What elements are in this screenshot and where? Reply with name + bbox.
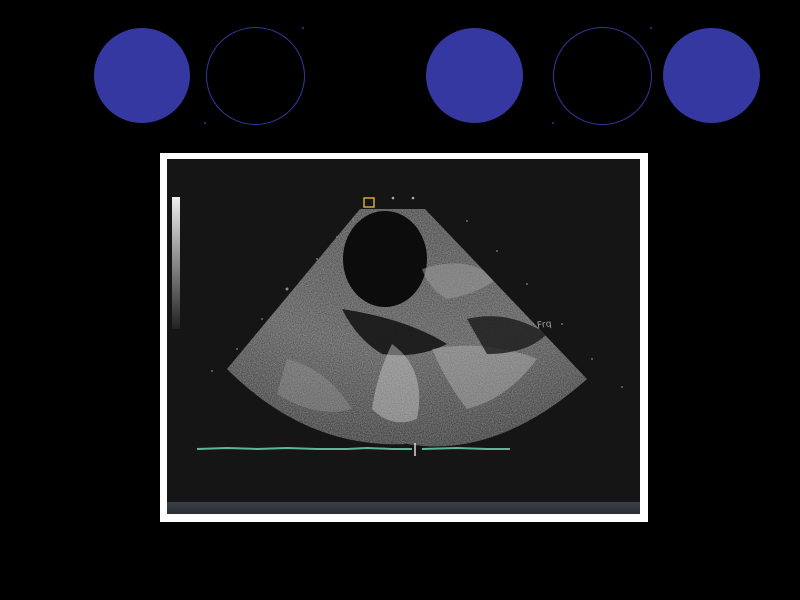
decorative-dot bbox=[204, 122, 206, 124]
echocardiogram-drawing bbox=[172, 196, 623, 456]
decorative-circle-outline-1 bbox=[206, 27, 305, 125]
image-bottom-strip bbox=[167, 502, 640, 514]
scan-sector bbox=[211, 209, 623, 447]
decorative-circle-filled-1 bbox=[94, 28, 190, 123]
ultrasound-image-frame: Frq bbox=[160, 153, 648, 522]
decorative-dot bbox=[552, 122, 554, 124]
decorative-circle-filled-3 bbox=[663, 28, 760, 123]
decorative-dot bbox=[302, 27, 304, 29]
grayscale-bar bbox=[172, 197, 180, 329]
decorative-dot bbox=[650, 27, 652, 29]
decorative-circle-filled-2 bbox=[426, 28, 523, 123]
ecg-trace bbox=[196, 443, 510, 456]
probe-marker-icon bbox=[363, 197, 375, 208]
echocardiogram-image: Frq bbox=[167, 159, 640, 514]
decorative-circle-outline-2 bbox=[553, 27, 652, 125]
